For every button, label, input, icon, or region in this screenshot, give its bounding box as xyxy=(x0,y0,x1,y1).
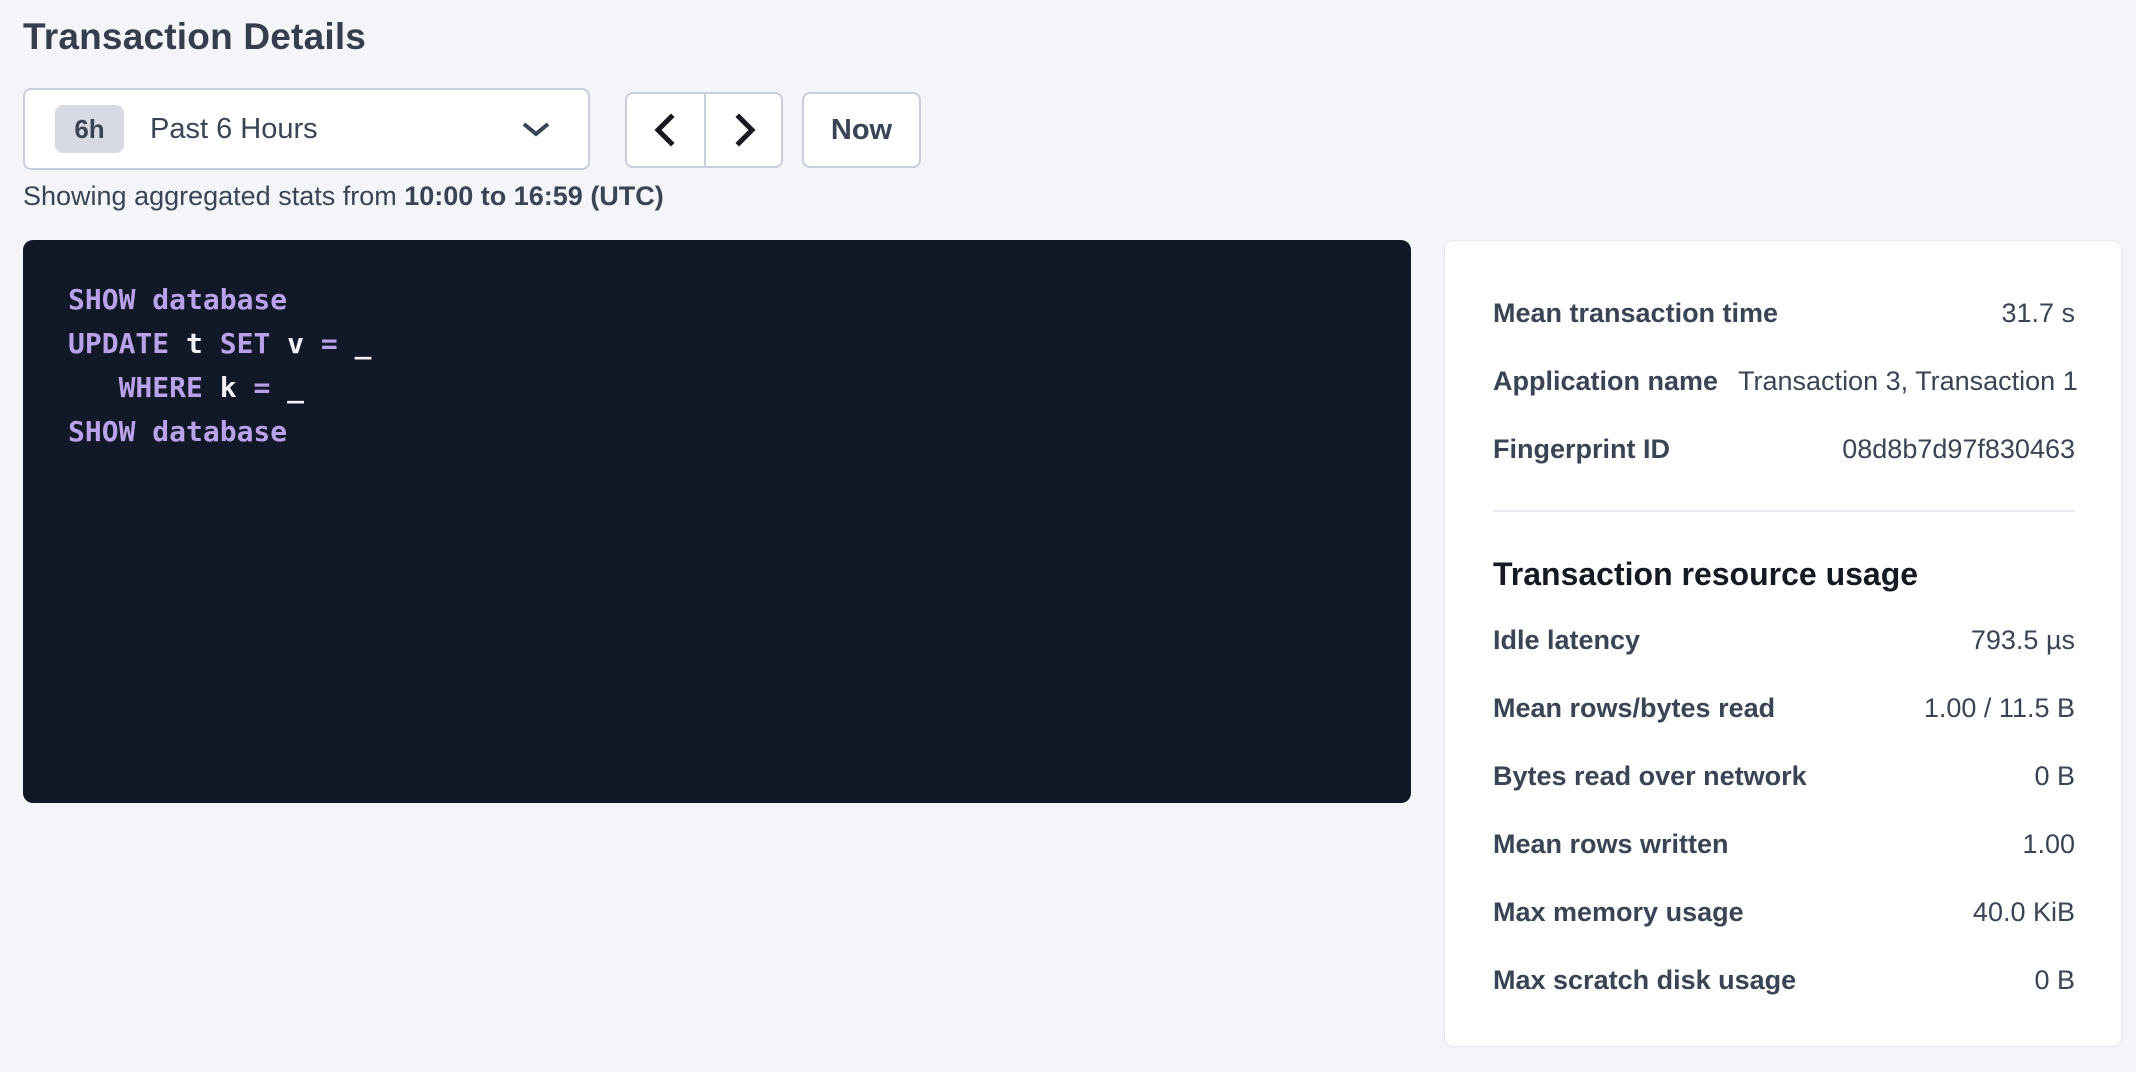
main-content: SHOW database UPDATE t SET v = _ WHERE k … xyxy=(23,240,2122,1047)
stat-value: 793.5 µs xyxy=(1971,625,2075,656)
resource-row: Idle latency 793.5 µs xyxy=(1493,606,2075,674)
chevron-right-icon xyxy=(727,113,761,147)
stat-label: Application name xyxy=(1493,366,1738,397)
summary-rows: Mean transaction time 31.7 s Application n… xyxy=(1493,279,2075,483)
card-divider xyxy=(1493,510,2075,512)
previous-time-range-button[interactable] xyxy=(627,94,704,166)
stat-label: Mean rows written xyxy=(1493,829,1749,860)
time-range-dropdown[interactable]: 6h Past 6 Hours xyxy=(23,88,590,170)
sql-token: UPDATE xyxy=(68,327,169,360)
sql-token: v xyxy=(270,327,321,360)
stat-value: 1.00 / 11.5 B xyxy=(1924,693,2075,724)
transaction-summary-card: Mean transaction time 31.7 s Application n… xyxy=(1444,240,2122,1047)
sql-token: k xyxy=(203,371,254,404)
stat-label: Bytes read over network xyxy=(1493,761,1827,792)
stat-value: 40.0 KiB xyxy=(1973,897,2075,928)
sql-line: SHOW database xyxy=(68,410,1366,454)
time-range-badge: 6h xyxy=(55,105,124,153)
stat-label: Fingerprint ID xyxy=(1493,434,1690,465)
sql-token: _ xyxy=(270,371,304,404)
aggregation-interval-text: Showing aggregated stats from 10:00 to 1… xyxy=(23,179,2122,213)
sql-code: SHOW database UPDATE t SET v = _ WHERE k … xyxy=(68,278,1366,454)
resource-row: Max memory usage 40.0 KiB xyxy=(1493,878,2075,946)
chevron-left-icon xyxy=(649,113,683,147)
stat-value: Transaction 3, Transaction 1 xyxy=(1738,366,2078,397)
resource-rows: Idle latency 793.5 µs Mean rows/bytes read… xyxy=(1493,606,2075,1014)
resource-usage-heading: Transaction resource usage xyxy=(1493,554,2075,594)
resource-row: Mean rows written 1.00 xyxy=(1493,810,2075,878)
time-step-buttons xyxy=(625,92,783,168)
now-button[interactable]: Now xyxy=(802,92,921,168)
transaction-details-page: Transaction Details 6h Past 6 Hours Now … xyxy=(0,0,2136,1047)
next-time-range-button[interactable] xyxy=(704,94,781,166)
stat-label: Mean transaction time xyxy=(1493,298,1798,329)
sql-token: SHOW database xyxy=(68,283,287,316)
sql-token: SHOW database xyxy=(68,415,287,448)
chevron-down-icon xyxy=(520,119,552,139)
time-range-label: Past 6 Hours xyxy=(150,113,520,146)
stat-value: 1.00 xyxy=(2022,829,2075,860)
sql-token: = xyxy=(253,371,270,404)
sql-line: WHERE k = _ xyxy=(68,366,1366,410)
page-title: Transaction Details xyxy=(23,14,2122,60)
time-controls: 6h Past 6 Hours Now xyxy=(23,88,2122,170)
sql-token xyxy=(68,371,119,404)
stat-label: Mean rows/bytes read xyxy=(1493,693,1795,724)
sql-token: _ xyxy=(338,327,372,360)
stat-label: Max memory usage xyxy=(1493,897,1764,928)
summary-row: Fingerprint ID 08d8b7d97f830463 xyxy=(1493,415,2075,483)
stat-value: 0 B xyxy=(2034,965,2075,996)
sql-statement-box: SHOW database UPDATE t SET v = _ WHERE k … xyxy=(23,240,1411,803)
sql-token: = xyxy=(321,327,338,360)
sql-token: WHERE xyxy=(119,371,203,404)
resource-row: Mean rows/bytes read 1.00 / 11.5 B xyxy=(1493,674,2075,742)
summary-row: Mean transaction time 31.7 s xyxy=(1493,279,2075,347)
sql-line: SHOW database xyxy=(68,278,1366,322)
sql-line: UPDATE t SET v = _ xyxy=(68,322,1366,366)
resource-row: Bytes read over network 0 B xyxy=(1493,742,2075,810)
stat-value: 31.7 s xyxy=(2001,298,2075,329)
sql-token: t xyxy=(169,327,220,360)
resource-row: Max scratch disk usage 0 B xyxy=(1493,946,2075,1014)
stat-value: 0 B xyxy=(2034,761,2075,792)
stat-label: Max scratch disk usage xyxy=(1493,965,1816,996)
stat-value: 08d8b7d97f830463 xyxy=(1842,434,2075,465)
stat-label: Idle latency xyxy=(1493,625,1660,656)
aggregation-interval-prefix: Showing aggregated stats from xyxy=(23,181,404,211)
sql-token: SET xyxy=(220,327,271,360)
aggregation-interval-range: 10:00 to 16:59 (UTC) xyxy=(404,181,664,211)
summary-row: Application nameTransaction 3, Transacti… xyxy=(1493,347,2075,415)
